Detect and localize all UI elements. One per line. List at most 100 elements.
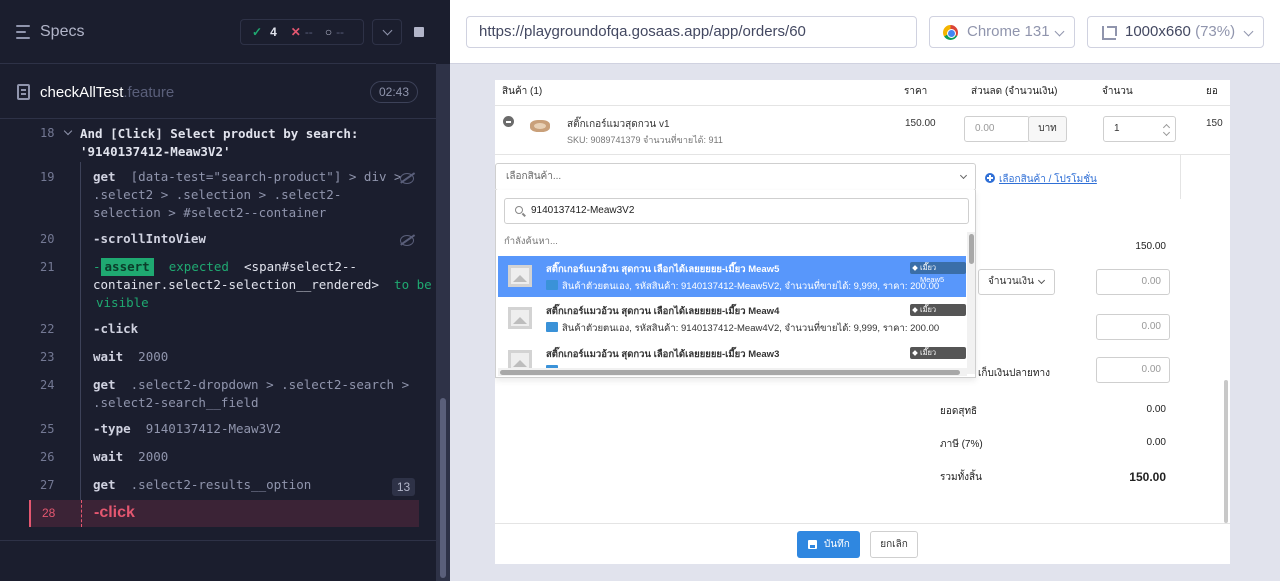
qty-input[interactable]: 1 bbox=[1103, 116, 1176, 142]
image-placeholder-icon bbox=[508, 350, 532, 368]
row-divider bbox=[495, 154, 1230, 155]
cod-label: เก็บเงินปลายทาง bbox=[978, 368, 1050, 379]
spec-file-row[interactable]: checkAllTest.feature 02:43 bbox=[0, 65, 436, 119]
col-divider bbox=[1180, 154, 1181, 199]
product-option[interactable]: สติ๊กเกอร์แมวอ้วน สุดกวน เลือกได้เลยยยยย… bbox=[498, 298, 966, 339]
command-text: -type 9140137412-Meaw3V2 bbox=[93, 420, 281, 438]
pending-icon: ○ bbox=[324, 25, 333, 39]
specs-title[interactable]: Specs bbox=[40, 23, 84, 41]
expand-button[interactable] bbox=[372, 19, 402, 45]
runner-scrollbar-thumb[interactable] bbox=[440, 398, 446, 578]
grand-total-value: 150.00 bbox=[1129, 470, 1166, 484]
option-subtitle: สินค้าตัวยตนเอง, รหัสสินค้า: 9140137412-… bbox=[562, 281, 940, 292]
spin-down-icon[interactable] bbox=[1162, 128, 1171, 137]
assert-to-be: to be bbox=[394, 277, 432, 292]
command-row[interactable]: 25 -type 9140137412-Meaw3V2 bbox=[0, 418, 436, 440]
line-number: 28 bbox=[42, 506, 56, 520]
command-arg: 2000 bbox=[138, 449, 169, 464]
command-row[interactable]: 20 -scrollIntoView bbox=[0, 228, 436, 250]
item-total: 150 bbox=[1206, 118, 1223, 129]
dropdown-vscroll-thumb[interactable] bbox=[969, 234, 974, 264]
chevron-down-icon bbox=[959, 171, 968, 180]
spec-file-name: checkAllTest.feature bbox=[40, 84, 174, 101]
app-frame: สินค้า (1) ราคา ส่วนลด (จำนวนเงิน) จำนวน… bbox=[495, 80, 1230, 564]
item-sku: SKU: 9089741379 จำนวนที่ขายได้: 911 bbox=[567, 135, 723, 145]
command-arg-line-2: .select2-search__field bbox=[93, 395, 259, 410]
step-row[interactable]: 18 And [Click] Select product by search:… bbox=[0, 124, 436, 160]
command-row[interactable]: 26 wait 2000 bbox=[0, 446, 436, 468]
viewport-selector[interactable]: 1000x660 (73%) bbox=[1087, 16, 1264, 48]
col-total: ยอ bbox=[1206, 86, 1218, 97]
product-option[interactable]: สติ๊กเกอร์แมวอ้วน สุดกวน เลือกได้เลยยยยย… bbox=[498, 341, 966, 368]
stop-icon bbox=[414, 27, 424, 37]
command-label: wait bbox=[93, 449, 124, 464]
line-number: 21 bbox=[40, 260, 55, 274]
element-count-badge: 13 bbox=[392, 478, 415, 496]
discount-mode-select[interactable]: จำนวนเงิน bbox=[978, 269, 1055, 295]
command-row[interactable]: 24 get .select2-dropdown > .select2-sear… bbox=[0, 374, 436, 414]
option-tag: เมี๊ยว Meaw3 bbox=[910, 347, 966, 368]
cancel-button[interactable]: ยกเลิก bbox=[870, 531, 918, 558]
vat-value: 0.00 bbox=[1146, 437, 1166, 448]
col-qty: จำนวน bbox=[1102, 86, 1133, 97]
save-button[interactable]: บันทึก bbox=[797, 531, 860, 558]
specs-menu-icon[interactable] bbox=[16, 25, 32, 39]
order-discount-input[interactable]: 0.00 bbox=[1096, 269, 1170, 295]
app-scrollbar[interactable] bbox=[1224, 380, 1228, 523]
command-row[interactable]: 19 get [data-test="search-product"] > di… bbox=[0, 166, 436, 224]
command-arg-line-2: .select2 > .selection > .select2- bbox=[93, 187, 342, 202]
line-number: 23 bbox=[40, 350, 55, 364]
passed-icon: ✓ bbox=[252, 25, 263, 39]
command-text: wait 2000 bbox=[93, 448, 168, 466]
shipping-input[interactable]: 0.00 bbox=[1096, 314, 1170, 340]
active-command-row[interactable]: 28 -click bbox=[29, 500, 419, 527]
line-number: 25 bbox=[40, 422, 55, 436]
command-arg: .select2-results__option bbox=[130, 477, 312, 492]
assert-row[interactable]: 21 - assert expected <span#select2-- cont… bbox=[0, 256, 436, 314]
assert-expected: expected bbox=[168, 259, 229, 274]
test-stats: ✓ 4 ✕ -- ○ -- bbox=[240, 19, 364, 45]
dropdown-hscroll-thumb[interactable] bbox=[500, 370, 960, 375]
chevron-down-icon bbox=[1037, 276, 1046, 285]
stop-button[interactable] bbox=[404, 19, 434, 45]
runner-pane: Specs ✓ 4 ✕ -- ○ -- checkAllTest.feature… bbox=[0, 0, 450, 581]
product-type-icon bbox=[546, 280, 558, 290]
browser-name: Chrome 131 bbox=[967, 23, 1050, 40]
eye-slash-icon bbox=[399, 172, 415, 184]
command-row[interactable]: 23 wait 2000 bbox=[0, 346, 436, 368]
chevron-down-icon[interactable] bbox=[63, 126, 73, 136]
spec-duration: 02:43 bbox=[370, 81, 419, 103]
aut-header: https://playgroundofqa.gosaas.app/app/or… bbox=[450, 0, 1280, 64]
plus-circle-icon[interactable] bbox=[985, 173, 995, 183]
line-number: 20 bbox=[40, 232, 55, 246]
browser-selector[interactable]: Chrome 131 bbox=[929, 16, 1075, 48]
grand-total-label: รวมทั้งสิ้น bbox=[940, 472, 982, 483]
command-text: get .select2-dropdown > .select2-search … bbox=[93, 376, 409, 394]
command-label: -type bbox=[93, 421, 131, 436]
cod-input[interactable]: 0.00 bbox=[1096, 357, 1170, 383]
product-option[interactable]: สติ๊กเกอร์แมวอ้วน สุดกวน เลือกได้เลยยยยย… bbox=[498, 256, 966, 297]
col-discount[interactable]: ส่วนลด (จำนวนเงิน) bbox=[971, 84, 1058, 99]
assert-text-line-1: - assert expected <span#select2-- bbox=[93, 258, 357, 276]
discount-unit-button[interactable]: บาท bbox=[1028, 116, 1067, 142]
search-value: 9140137412-Meaw3V2 bbox=[531, 205, 635, 216]
command-arg: 9140137412-Meaw3V2 bbox=[145, 421, 282, 436]
command-row[interactable]: 22 -click bbox=[0, 318, 436, 340]
option-subtitle: สินค้าตัวยตนเอง, รหัสสินค้า: 9140137412-… bbox=[562, 323, 940, 334]
document-icon bbox=[17, 84, 30, 100]
product-search-input[interactable]: 9140137412-Meaw3V2 bbox=[504, 198, 969, 224]
discount-input[interactable]: 0.00 bbox=[964, 116, 1030, 142]
product-select[interactable]: เลือกสินค้า... bbox=[495, 163, 976, 191]
net-value: 0.00 bbox=[1146, 404, 1166, 415]
product-thumbnail bbox=[530, 120, 550, 132]
save-label: บันทึก bbox=[824, 539, 850, 550]
add-product-link[interactable]: เลือกสินค้า / โปรโมชั่น bbox=[999, 172, 1097, 187]
line-number: 27 bbox=[40, 478, 55, 492]
remove-item-icon[interactable] bbox=[503, 116, 514, 127]
col-product: สินค้า (1) bbox=[502, 86, 543, 97]
searching-text: กำลังค้นหา... bbox=[504, 236, 558, 247]
command-row[interactable]: 27 get .select2-results__option bbox=[0, 474, 436, 496]
product-type-icon bbox=[546, 322, 558, 332]
image-placeholder-icon bbox=[508, 265, 532, 287]
url-bar[interactable]: https://playgroundofqa.gosaas.app/app/or… bbox=[466, 16, 917, 48]
